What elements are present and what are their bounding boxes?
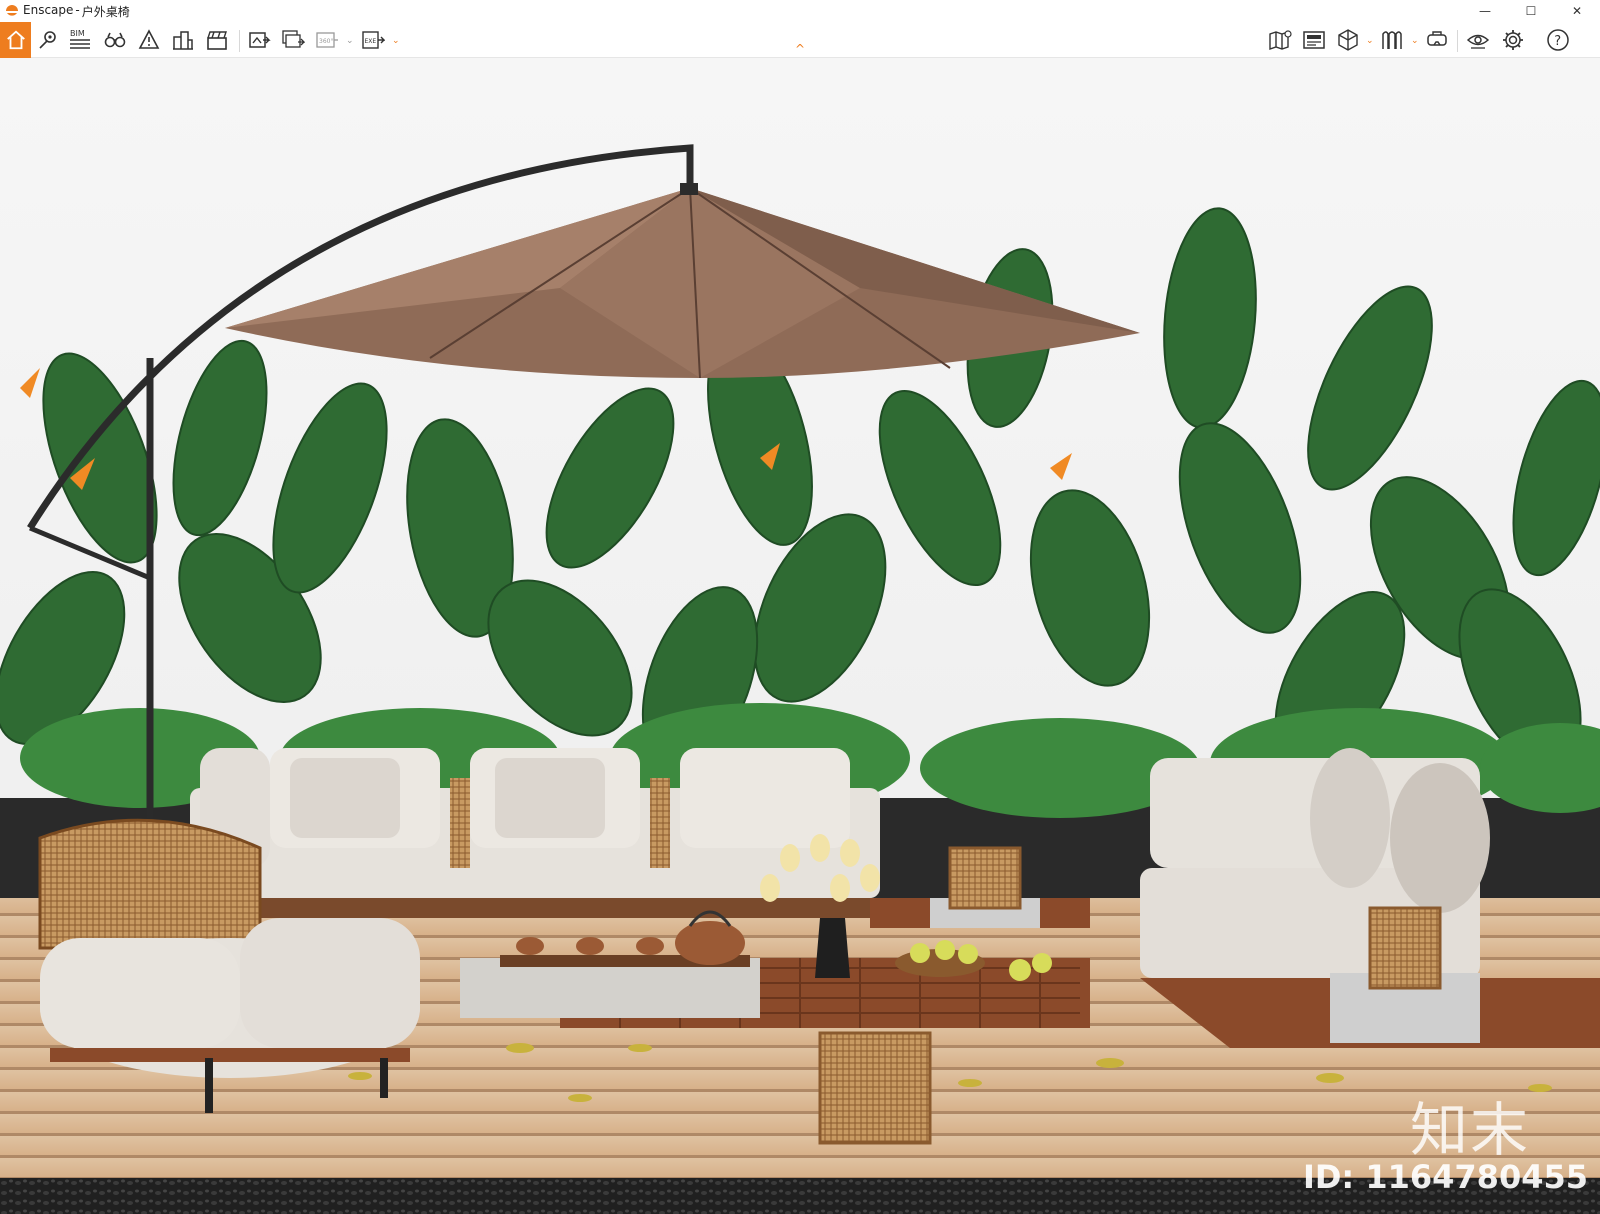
- bim-label: BIM: [70, 29, 85, 38]
- collapse-toolbar-chevron-icon[interactable]: ^: [792, 42, 808, 56]
- panorama-label: 360°: [319, 38, 333, 45]
- map-button[interactable]: [1264, 24, 1296, 56]
- vr-headset-icon: [1427, 31, 1447, 46]
- document-title: 户外桌椅: [81, 4, 130, 19]
- binoculars-icon: [104, 32, 126, 48]
- render-image-icon: [249, 32, 271, 48]
- clapperboard-icon: [207, 31, 227, 50]
- cube-button[interactable]: [1332, 24, 1364, 56]
- map-pin-icon: [39, 31, 56, 49]
- asset-library-icon: [1382, 31, 1402, 49]
- warning-triangle-icon: [138, 29, 160, 49]
- batch-render-button[interactable]: [277, 24, 309, 56]
- maximize-button[interactable]: ☐: [1508, 0, 1554, 22]
- map-info-icon: [1269, 30, 1292, 50]
- visual-settings-eye-icon: [1466, 34, 1490, 49]
- cube-icon: [1338, 29, 1358, 51]
- help-button[interactable]: ?: [1542, 24, 1574, 56]
- window-controls: — ☐ ✕: [1462, 0, 1600, 22]
- export-button[interactable]: EXE: [357, 24, 389, 56]
- render-viewport[interactable]: 知末 ID: 1164780455: [0, 58, 1600, 1214]
- settings-gear-icon: [1503, 30, 1523, 50]
- asset-dropdown-chevron-icon[interactable]: ⌄: [1411, 36, 1419, 46]
- panorama-button[interactable]: 360°: [311, 24, 343, 56]
- site-context-button[interactable]: [167, 24, 199, 56]
- help-icon: ?: [1547, 29, 1569, 51]
- walk-mode-button[interactable]: [99, 24, 131, 56]
- bim-icon: BIM: [70, 29, 90, 49]
- batch-render-icon: [282, 30, 305, 48]
- toolbar-separator-right: [1457, 30, 1458, 52]
- scene-render: [0, 58, 1600, 1214]
- video-editor-button[interactable]: [201, 24, 233, 56]
- info-panel-icon: [1303, 31, 1325, 49]
- panorama-icon: 360°: [316, 32, 338, 48]
- help-label: ?: [1554, 34, 1561, 49]
- bim-button[interactable]: BIM: [64, 24, 96, 56]
- watermark-id: ID: 1164780455: [1302, 1158, 1588, 1196]
- render-image-button[interactable]: [243, 24, 275, 56]
- toolbar-separator: [239, 30, 240, 52]
- info-panel-button[interactable]: [1298, 24, 1330, 56]
- cube-dropdown-chevron-icon[interactable]: ⌄: [1366, 36, 1374, 46]
- export-dropdown-chevron-icon[interactable]: ⌄: [392, 36, 400, 46]
- minimize-button[interactable]: —: [1462, 0, 1508, 22]
- window-title: Enscape - 户外桌椅: [23, 3, 130, 20]
- asset-library-button[interactable]: [1376, 24, 1408, 56]
- export-label: EXE: [365, 38, 377, 45]
- visual-settings-button[interactable]: [1462, 24, 1494, 56]
- vr-headset-button[interactable]: [1421, 24, 1453, 56]
- panorama-dropdown-chevron-icon[interactable]: ⌄: [346, 36, 354, 46]
- view-management-button[interactable]: [32, 24, 64, 56]
- watermark-brand: 知末: [1409, 1096, 1530, 1164]
- close-button[interactable]: ✕: [1554, 0, 1600, 22]
- issues-button[interactable]: [133, 24, 165, 56]
- title-bar: Enscape - 户外桌椅 — ☐ ✕: [0, 0, 1600, 22]
- export-exe-icon: EXE: [362, 31, 385, 49]
- buildings-icon: [173, 31, 193, 50]
- home-icon: [6, 30, 25, 50]
- app-name: Enscape: [23, 2, 74, 17]
- home-button[interactable]: [0, 22, 31, 58]
- title-separator: -: [75, 2, 80, 17]
- settings-button[interactable]: [1497, 24, 1529, 56]
- enscape-logo-icon: [6, 5, 18, 16]
